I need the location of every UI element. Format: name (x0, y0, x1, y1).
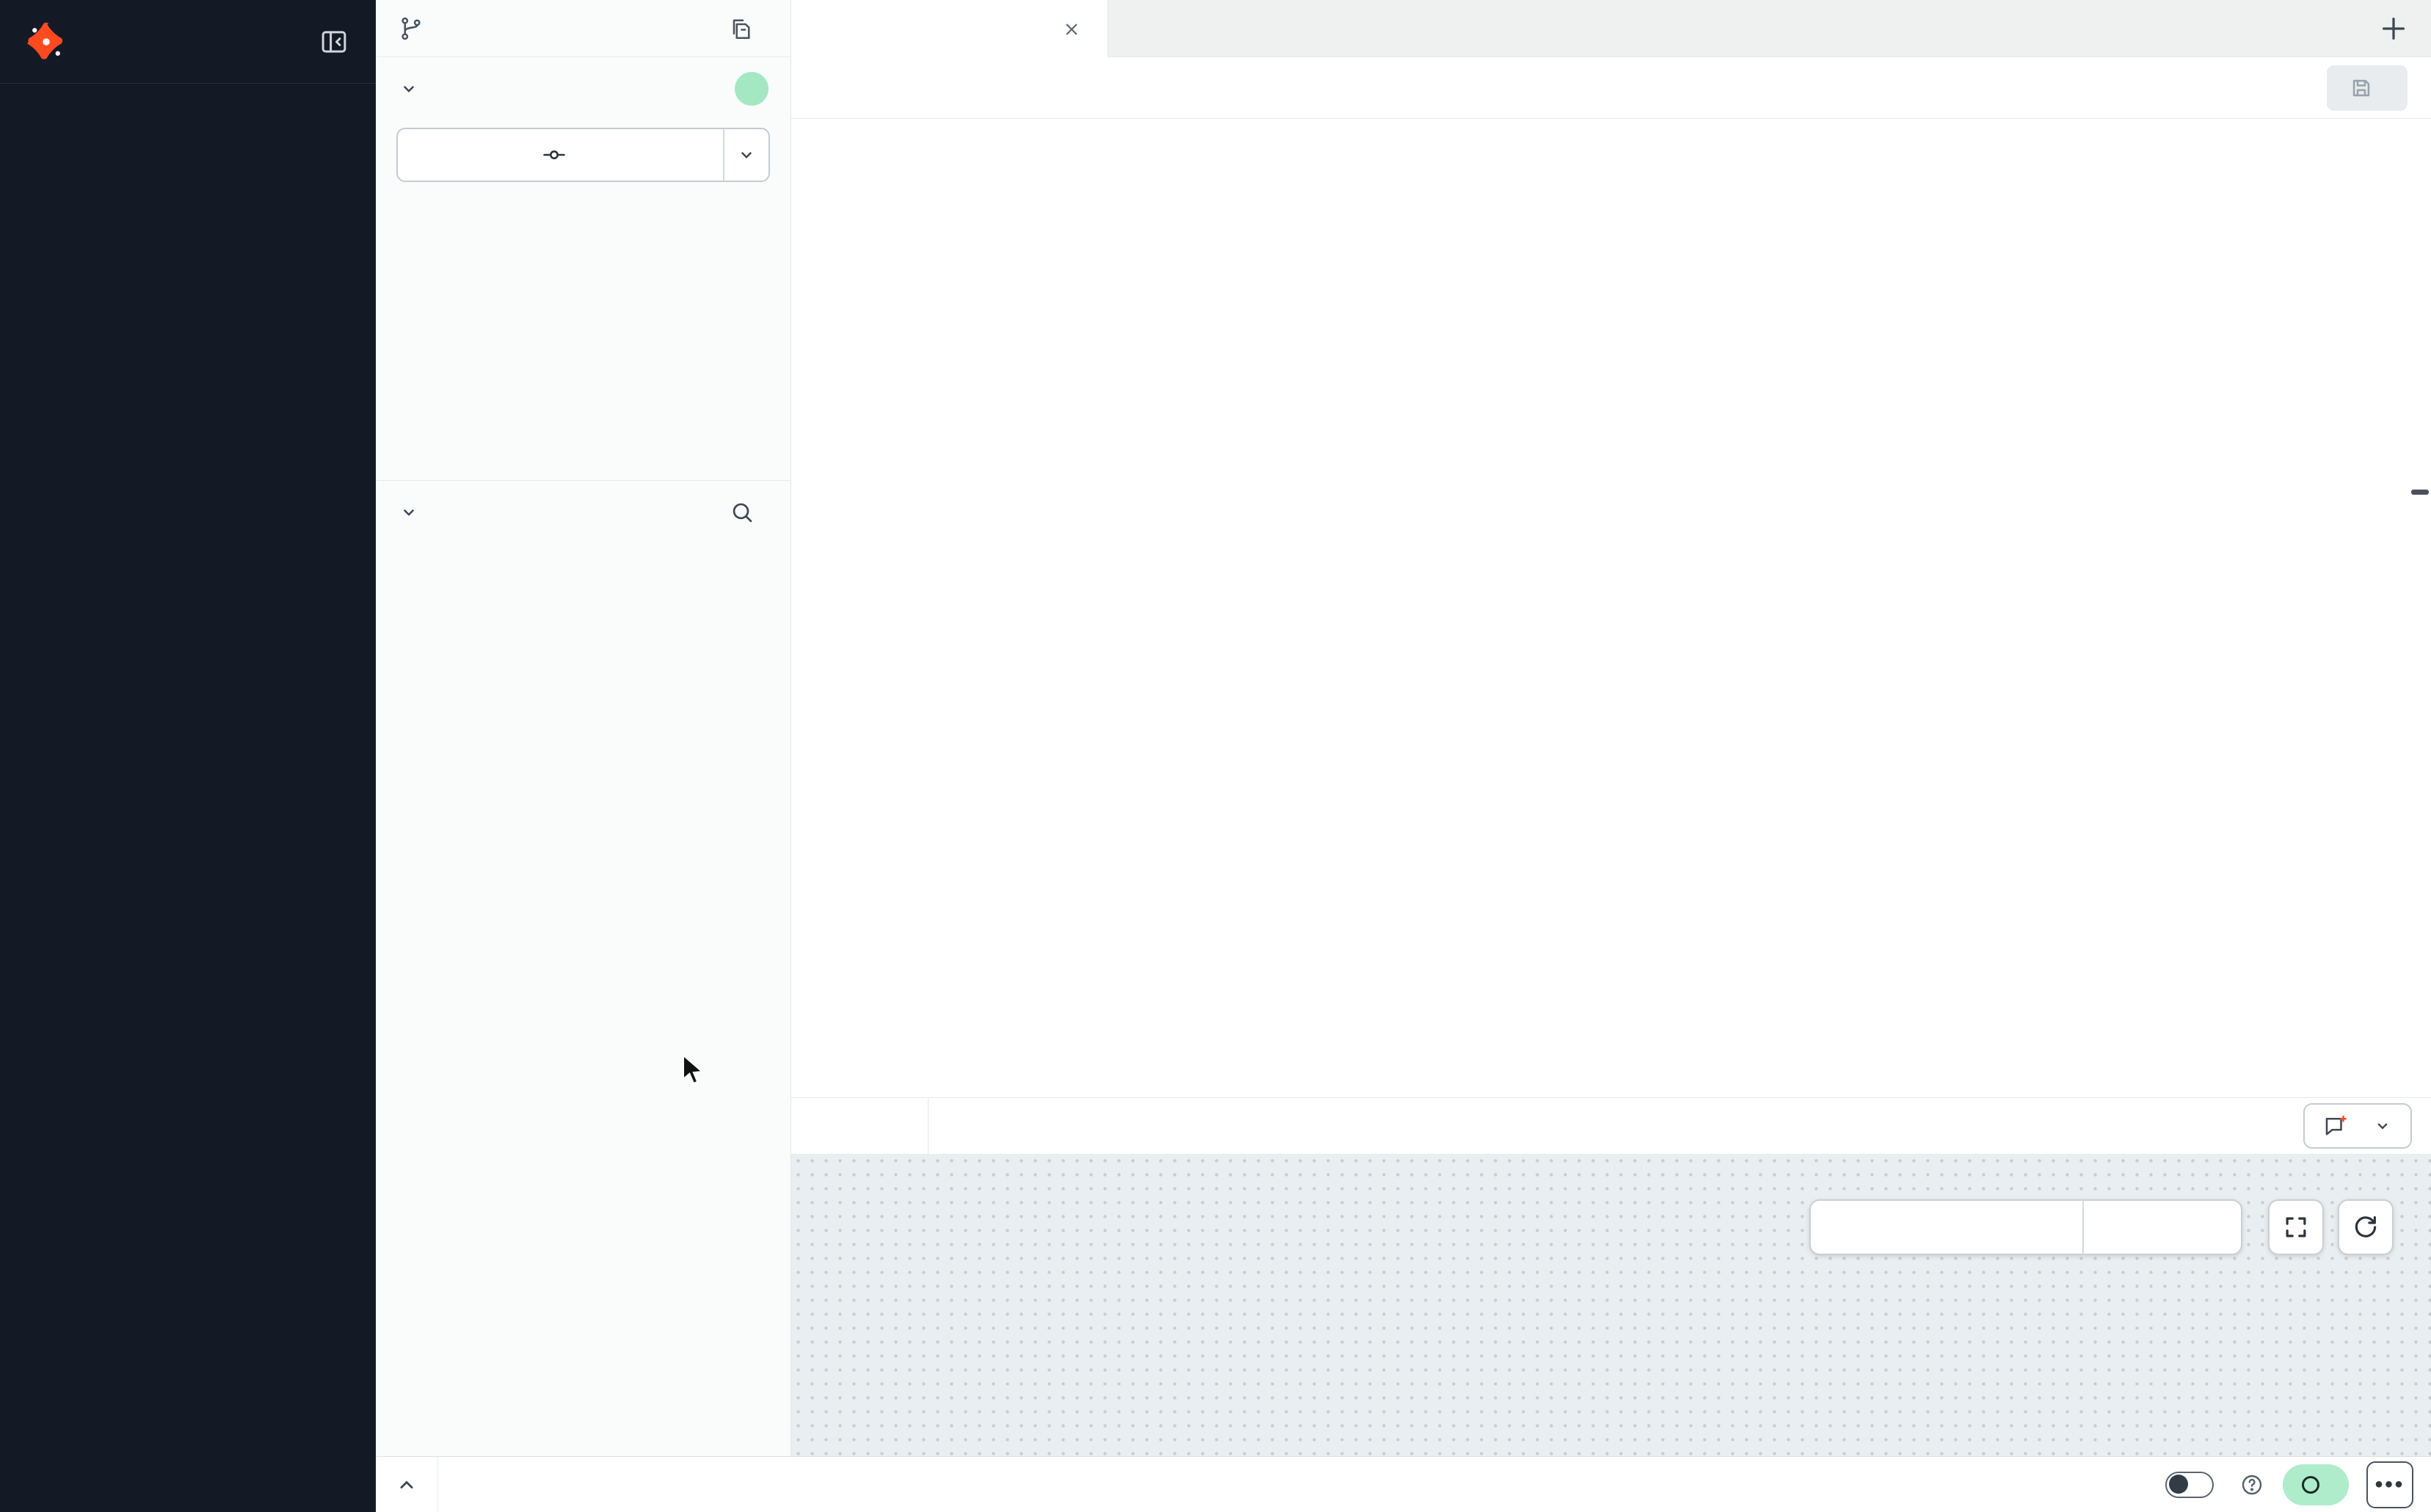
collapse-sidebar-icon[interactable] (319, 26, 349, 57)
fullscreen-icon (2282, 1213, 2310, 1241)
status-badge[interactable] (2283, 1464, 2349, 1505)
dbt-cloud-ide: ••• (0, 0, 2431, 1512)
copy-branch-icon[interactable] (727, 15, 754, 42)
ide-left-panel (376, 0, 791, 1456)
chevron-down-icon (735, 144, 757, 166)
divider (928, 1098, 929, 1155)
status-ring-icon (2302, 1476, 2319, 1494)
help-circle-icon[interactable] (2240, 1473, 2264, 1497)
defer-toggle[interactable] (2165, 1472, 2214, 1498)
changes-label (376, 182, 791, 217)
git-commit-icon (542, 142, 567, 167)
logo-row (0, 0, 376, 84)
fullscreen-button[interactable] (2268, 1199, 2324, 1255)
refresh-button[interactable] (2338, 1199, 2394, 1255)
save-icon (2349, 76, 2374, 101)
editor-tabbar (791, 0, 2431, 57)
tab-customers-sql[interactable] (791, 0, 1108, 58)
search-icon[interactable] (729, 499, 755, 526)
chevron-down-icon (398, 501, 420, 523)
lineage-graph[interactable] (791, 1154, 2431, 1456)
save-button[interactable] (2327, 65, 2408, 111)
status-bar: ••• (376, 1456, 2431, 1512)
lineage-search-group (1809, 1199, 2242, 1255)
refresh-icon (2352, 1213, 2380, 1241)
chevron-down-icon (2372, 1116, 2393, 1136)
version-control-section (376, 57, 791, 481)
dbt-copilot-button[interactable] (2303, 1103, 2412, 1149)
update-graph-button[interactable] (2082, 1201, 2241, 1254)
command-input[interactable] (438, 1473, 2165, 1497)
close-icon[interactable] (1061, 18, 1083, 40)
editor-area (791, 0, 2431, 1456)
expand-command-bar-icon[interactable] (376, 1472, 437, 1497)
file-explorer-section (376, 481, 791, 544)
dbt-logo-icon (26, 22, 66, 62)
commit-and-sync-button[interactable] (396, 128, 770, 182)
chevron-down-icon (398, 78, 420, 100)
commit-options-caret[interactable] (723, 129, 768, 181)
version-control-header[interactable] (376, 57, 791, 120)
breadcrumb-bar (791, 57, 2431, 119)
file-explorer-header[interactable] (376, 481, 791, 544)
changes-count-badge (735, 72, 768, 106)
copilot-chat-icon (2322, 1113, 2349, 1139)
editor-scrollbar-thumb[interactable] (2411, 490, 2429, 495)
new-tab-icon[interactable] (2377, 12, 2410, 46)
branch-row (376, 0, 791, 57)
bottom-action-bar (791, 1097, 2431, 1154)
more-options-button[interactable]: ••• (2366, 1461, 2413, 1508)
lineage-search-input[interactable] (1811, 1201, 2082, 1254)
code-editor[interactable] (791, 119, 2431, 1097)
main-sidebar (0, 0, 376, 1512)
git-branch-icon (398, 15, 424, 42)
